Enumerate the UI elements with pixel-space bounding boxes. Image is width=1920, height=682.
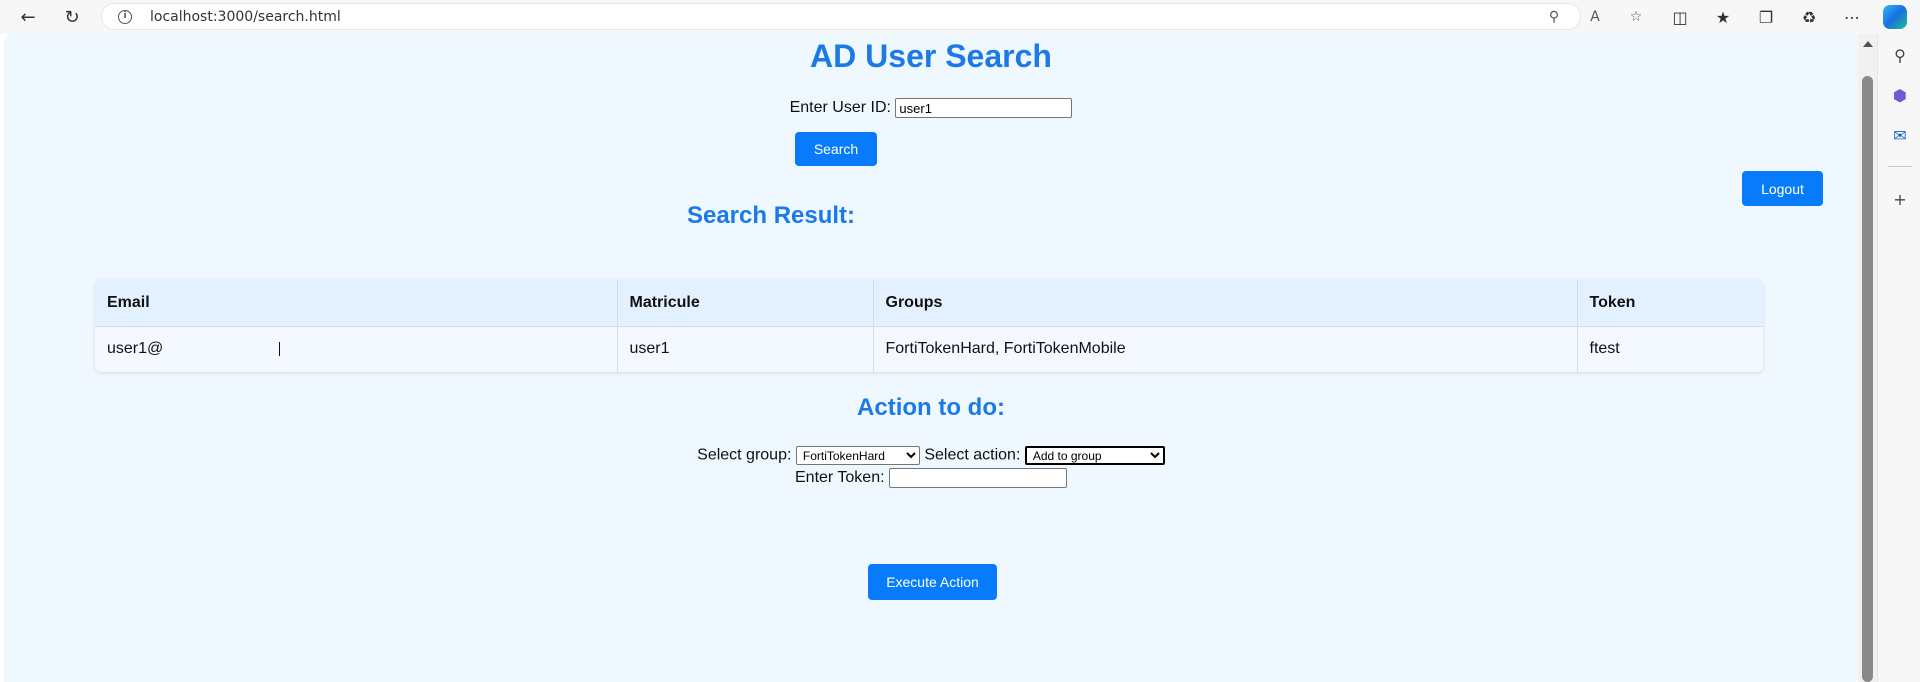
more-menu-icon[interactable]: ⋯ [1838,4,1866,30]
url-text: localhost:3000/search.html [150,9,341,25]
address-bar[interactable]: i localhost:3000/search.html ⚲ A ☆ [101,3,1642,30]
cell-email: user1@ [95,326,618,372]
outlook-icon[interactable]: ✉ [1888,123,1912,147]
search-results-table: Email Matricule Groups Token user1@ user… [95,280,1763,372]
execute-action-button[interactable]: Execute Action [868,564,997,600]
search-row: Enter User ID: [4,98,1858,118]
scroll-thumb[interactable] [1862,76,1873,682]
action-select-row: Select group: FortiTokenHard Select acti… [4,446,1858,465]
action-label: Select action: [924,446,1021,464]
extensions-icon[interactable]: ♻ [1795,4,1823,30]
text-cursor [279,342,281,357]
search-button[interactable]: Search [795,132,877,166]
browser-toolbar: ← ↻ i localhost:3000/search.html ⚲ A ☆ ◫… [0,0,1920,34]
table-row: user1@ user1 FortiTokenHard, FortiTokenM… [95,326,1763,372]
sidebar-divider [1888,166,1912,167]
back-arrow-icon[interactable]: ← [14,4,42,30]
copilot-icon[interactable] [1883,5,1907,29]
user-id-input[interactable] [895,98,1073,118]
read-aloud-icon[interactable]: A [1584,7,1606,27]
cell-token: ftest [1589,340,1620,358]
search-result-title: Search Result: [686,202,856,229]
token-input[interactable] [889,468,1067,488]
search-icon[interactable]: ⚲ [1888,43,1912,67]
user-id-label: Enter User ID: [789,99,891,117]
action-select[interactable]: Add to group [1024,446,1165,465]
cell-groups: FortiTokenHard, FortiTokenMobile [873,326,1578,372]
token-label: Enter Token: [795,469,885,487]
copilot-sidebar-icon[interactable]: ⬢ [1888,83,1912,107]
browser-sidebar: ⚲ ⬢ ✉ + [1877,34,1920,682]
cell-matricule: user1 [617,326,874,372]
site-info-icon[interactable]: i [118,10,132,24]
logout-button[interactable]: Logout [1742,171,1823,206]
favorite-star-icon[interactable]: ☆ [1625,7,1647,27]
header-matricule: Matricule [617,280,874,327]
action-title: Action to do: [857,394,1005,421]
table-header-row: Email Matricule Groups Token [95,280,1763,327]
page-scrollbar[interactable] [1858,34,1877,682]
header-token: Token [1577,280,1763,327]
page-title: AD User Search [810,38,1052,74]
refresh-icon[interactable]: ↻ [58,4,86,30]
split-screen-icon[interactable]: ◫ [1666,4,1694,30]
favorites-icon[interactable]: ★ [1709,4,1737,30]
add-icon[interactable]: + [1888,187,1912,211]
header-email: Email [95,280,618,327]
header-groups: Groups [873,280,1578,327]
collections-icon[interactable]: ❐ [1752,4,1780,30]
group-select[interactable]: FortiTokenHard [795,446,920,465]
group-label: Select group: [697,446,792,464]
token-row: Enter Token: [4,468,1858,488]
scroll-up-arrow-icon[interactable] [1863,41,1873,47]
key-icon[interactable]: ⚲ [1543,7,1565,27]
email-text: user1@ [107,340,164,358]
